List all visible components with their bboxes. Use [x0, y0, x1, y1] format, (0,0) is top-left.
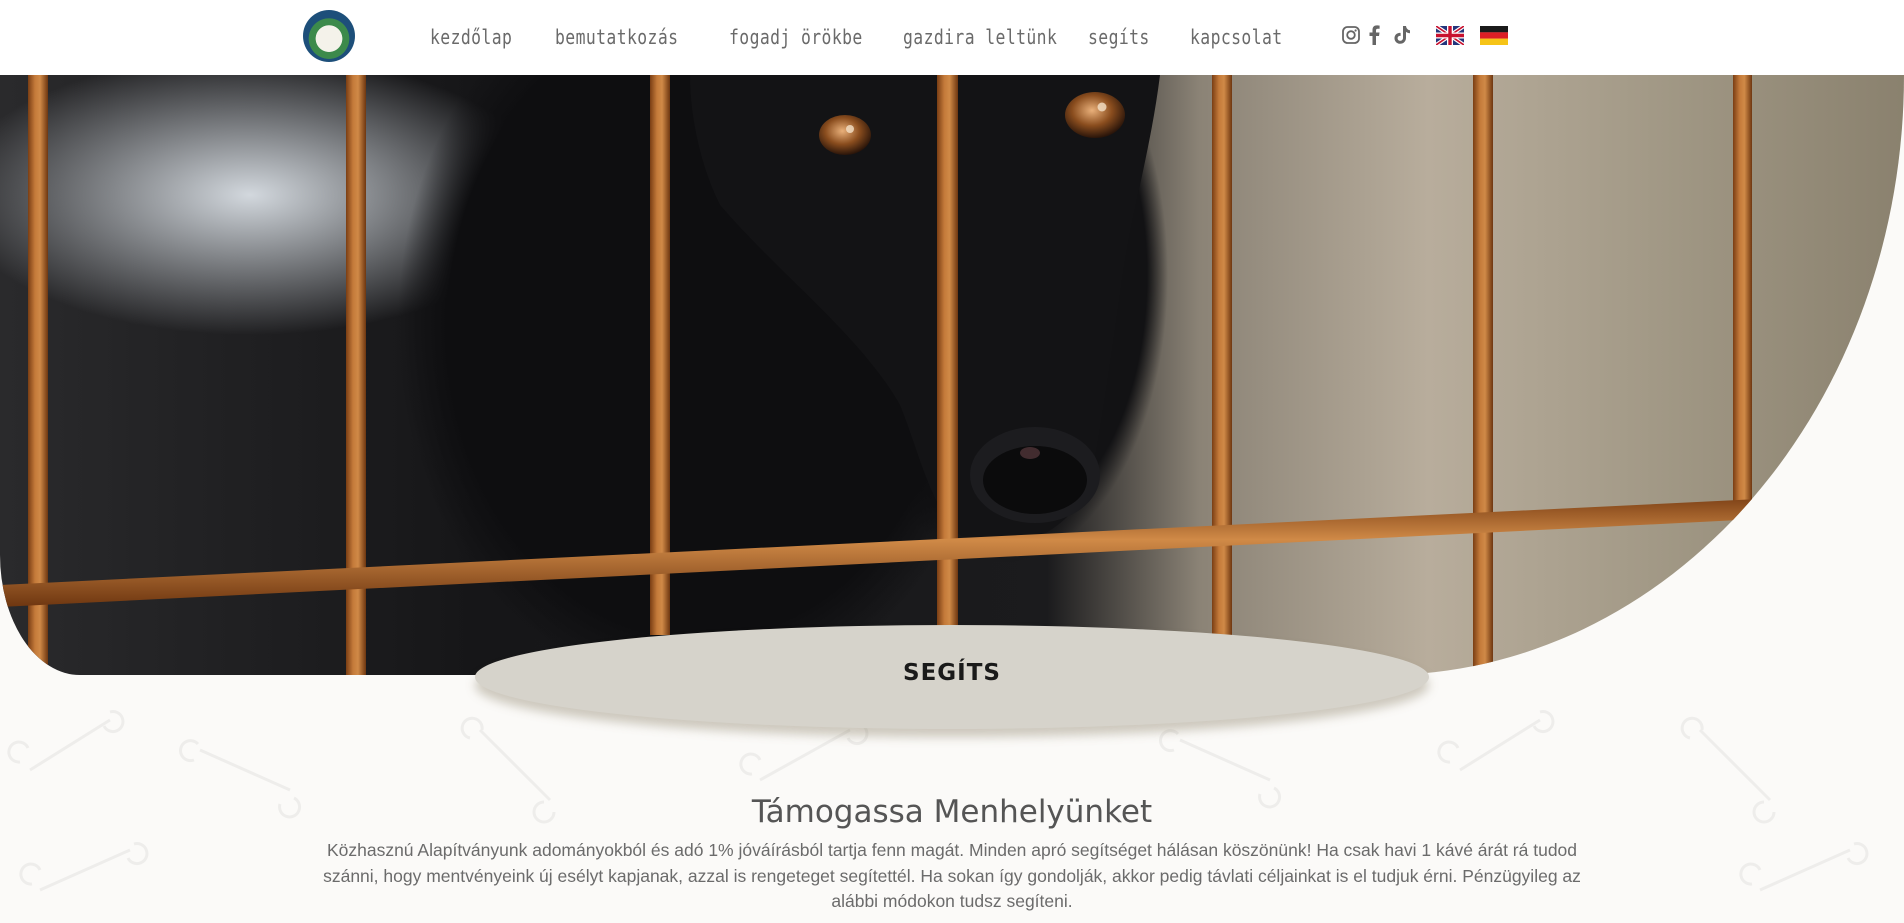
english-flag[interactable]	[1436, 26, 1464, 45]
section-label: SEGÍTS	[475, 625, 1429, 729]
support-title: Támogassa Menhelyünket	[751, 794, 1153, 830]
nav-item-home[interactable]: Kezdőlap	[430, 22, 512, 52]
section-label-text: SEGÍTS	[903, 660, 1001, 686]
support-description: Közhasznú Alapítványunk adományokból és …	[323, 840, 1581, 911]
facebook-icon[interactable]	[1367, 22, 1381, 48]
german-flag[interactable]	[1480, 26, 1508, 45]
nav-item-help[interactable]: Segíts	[1088, 22, 1150, 52]
nav-item-adopt[interactable]: Fogadj örökbe	[729, 22, 863, 52]
dog-behind-fence-image	[0, 75, 1840, 675]
tiktok-icon[interactable]	[1392, 22, 1412, 48]
instagram-icon[interactable]	[1341, 22, 1361, 48]
support-section: Támogassa Menhelyünket Közhasznú Alapítv…	[300, 790, 1604, 915]
nav-item-about[interactable]: Bemutatkozás	[555, 22, 678, 52]
shelter-logo[interactable]	[303, 10, 355, 62]
nav-item-adopted[interactable]: Gazdira leltünk	[903, 22, 1057, 52]
nav-item-contact[interactable]: Kapcsolat	[1190, 22, 1283, 52]
site-header: Kezdőlap Bemutatkozás Fogadj örökbe Gazd…	[0, 0, 1904, 75]
hero-image	[0, 75, 1904, 675]
